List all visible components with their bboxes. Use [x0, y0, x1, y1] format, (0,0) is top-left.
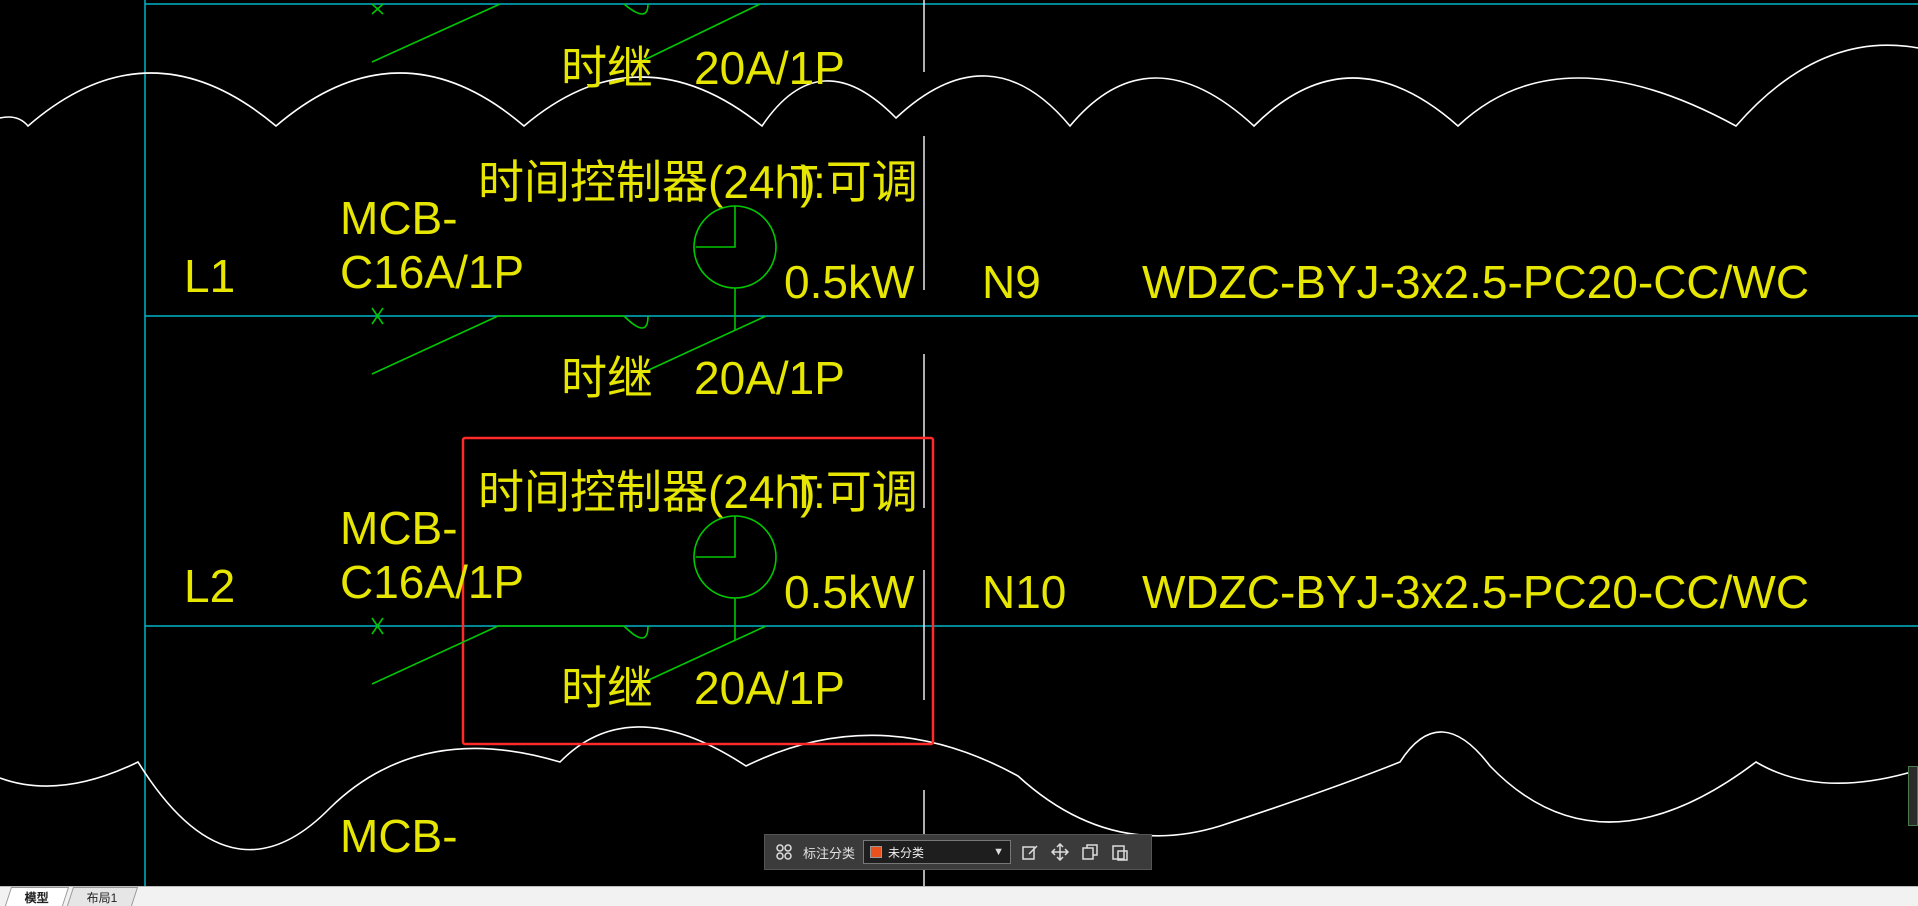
timer-label-l1: 时间控制器(24h): [478, 156, 815, 208]
wiring: [144, 0, 1918, 886]
move-icon[interactable]: [1049, 841, 1071, 863]
line-label-l2: L2: [184, 560, 235, 612]
category-value: 未分类: [888, 845, 925, 860]
category-color-swatch: [870, 846, 883, 858]
paste-icon[interactable]: [1109, 841, 1131, 863]
tab-layout1[interactable]: 布局1: [66, 887, 138, 906]
relay-label-top: 时继: [561, 42, 653, 94]
breaker-line1-l2: MCB-: [340, 502, 458, 554]
cable-spec-l2: WDZC-BYJ-3x2.5-PC20-CC/WC: [1142, 566, 1809, 618]
relay-label-l1: 时继: [561, 352, 653, 404]
line-label-l1: L1: [184, 250, 235, 302]
time-label-l1: T:可调: [790, 156, 918, 208]
relay-rating-top: 20A/1P: [694, 42, 845, 94]
circuit-no-l1: N9: [982, 256, 1041, 308]
timer-label-l2: 时间控制器(24h): [478, 466, 815, 518]
power-l2: 0.5kW: [784, 566, 915, 618]
power-l1: 0.5kW: [784, 256, 915, 308]
relay-rating-l2: 20A/1P: [694, 662, 845, 714]
annotation-toolbar: 标注分类 未分类 ▼: [764, 834, 1152, 870]
circuit-no-l2: N10: [982, 566, 1066, 618]
tab-model[interactable]: 模型: [4, 887, 70, 906]
relay-label-l2: 时继: [561, 662, 653, 714]
breaker-x-top: [371, 3, 384, 15]
breaker-line1-l1: MCB-: [340, 192, 458, 244]
chevron-down-icon: ▼: [993, 846, 1005, 858]
scrollbar-handle[interactable]: [1908, 766, 1918, 826]
annotation-category-label: 标注分类: [803, 845, 856, 861]
layout-tab-bar: 模型 布局1: [0, 886, 1918, 906]
copy-icon[interactable]: [1079, 841, 1101, 863]
cad-drawing-canvas[interactable]: 时继 20A/1P 时间控制器(24h) T:可调 MCB- C16A/1P L…: [0, 0, 1918, 906]
revision-cloud: [0, 44, 1918, 851]
time-label-l2: T:可调: [790, 466, 918, 518]
edit-icon[interactable]: [1019, 841, 1041, 863]
grid-icon[interactable]: [773, 841, 795, 863]
relay-rating-l1: 20A/1P: [694, 352, 845, 404]
breaker-line2-l1: C16A/1P: [340, 246, 524, 298]
breaker-line2-l2: C16A/1P: [340, 556, 524, 608]
cable-spec-l1: WDZC-BYJ-3x2.5-PC20-CC/WC: [1142, 256, 1809, 308]
breaker-line1-bottom: MCB-: [340, 810, 458, 862]
category-select[interactable]: 未分类 ▼: [863, 840, 1012, 864]
